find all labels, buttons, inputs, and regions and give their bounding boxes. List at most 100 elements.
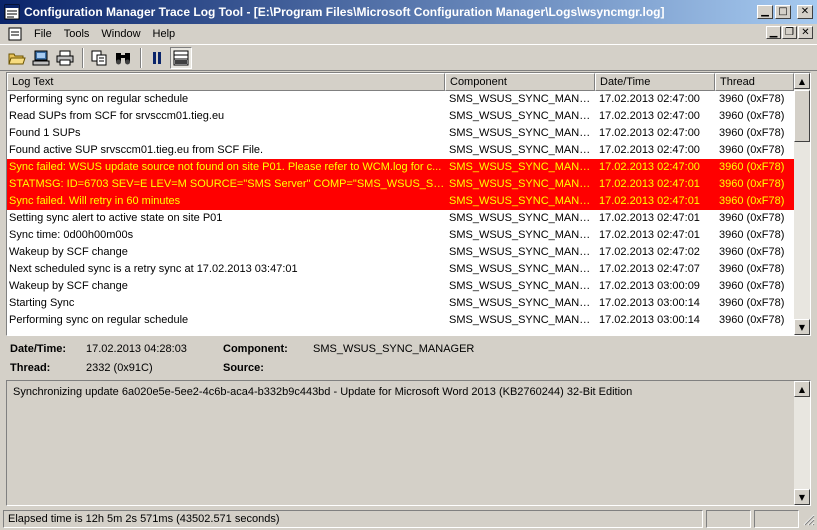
log-row[interactable]: Setting sync alert to active state on si… xyxy=(7,210,794,227)
log-row-error[interactable]: STATMSG: ID=6703 SEV=E LEV=M SOURCE="SMS… xyxy=(7,176,794,193)
component-cell: SMS_WSUS_SYNC_MANAGER xyxy=(449,195,595,207)
log-text-cell: Sync failed: WSUS update source not foun… xyxy=(9,161,442,173)
document-icon[interactable] xyxy=(8,27,22,41)
thread-cell: 3960 (0xF78) xyxy=(719,93,785,105)
component-cell: SMS_WSUS_SYNC_MANAGER xyxy=(449,263,595,275)
log-rows: Performing sync on regular schedule SMS_W… xyxy=(7,91,794,329)
component-cell: SMS_WSUS_SYNC_MANAGER xyxy=(449,280,595,292)
message-scrollbar[interactable]: ▲ ▼ xyxy=(794,381,810,505)
status-panel-3 xyxy=(754,510,799,528)
log-list[interactable]: Log Text Component Date/Time Thread Perf… xyxy=(6,72,811,336)
open-computer-icon xyxy=(32,50,50,65)
log-row[interactable]: Performing sync on regular schedule SMS_W… xyxy=(7,312,794,329)
menu-help[interactable]: Help xyxy=(147,28,182,40)
close-button[interactable]: ✕ xyxy=(797,5,813,19)
log-text-cell: Next scheduled sync is a retry sync at 1… xyxy=(9,263,298,275)
open-folder-icon xyxy=(8,53,26,64)
print-button[interactable] xyxy=(54,47,76,69)
datetime-label: Date/Time: xyxy=(10,343,67,355)
log-text-cell: Setting sync alert to active state on si… xyxy=(9,212,223,224)
log-row-error[interactable]: Sync failed: WSUS update source not foun… xyxy=(7,159,794,176)
component-cell: SMS_WSUS_SYNC_MANAGER xyxy=(449,93,595,105)
thread-cell: 3960 (0xF78) xyxy=(719,263,785,275)
status-text: Elapsed time is 12h 5m 2s 571ms (43502.5… xyxy=(3,510,703,528)
log-row[interactable]: Wakeup by SCF change SMS_WSUS_SYNC_MANAGE… xyxy=(7,244,794,261)
thread-cell: 3960 (0xF78) xyxy=(719,127,785,139)
log-row-error[interactable]: Sync failed. Will retry in 60 minutes SMS… xyxy=(7,193,794,210)
column-header-datetime[interactable]: Date/Time xyxy=(595,73,715,91)
open-button[interactable] xyxy=(6,47,28,69)
show-details-button[interactable] xyxy=(170,46,192,69)
thread-cell: 3960 (0xF78) xyxy=(719,161,785,173)
child-restore-button[interactable]: ❐ xyxy=(782,26,797,39)
component-cell: SMS_WSUS_SYNC_MANAGER xyxy=(449,314,595,326)
scroll-thumb[interactable] xyxy=(794,90,810,142)
arrow-down-icon: ▼ xyxy=(798,492,806,502)
copy-icon xyxy=(91,50,107,65)
thread-cell: 3960 (0xF78) xyxy=(719,314,785,326)
scroll-up-button[interactable]: ▲ xyxy=(794,381,810,397)
arrow-up-icon: ▲ xyxy=(798,384,806,394)
log-text-cell: STATMSG: ID=6703 SEV=E LEV=M SOURCE="SMS… xyxy=(9,178,445,190)
datetime-cell: 17.02.2013 03:00:14 xyxy=(599,314,700,326)
child-close-button[interactable]: ✕ xyxy=(798,26,813,39)
status-panel-2 xyxy=(706,510,751,528)
log-list-scrollbar[interactable]: ▲ ▼ xyxy=(794,73,810,335)
log-text-cell: Wakeup by SCF change xyxy=(9,280,128,292)
menu-tools[interactable]: Tools xyxy=(58,28,96,40)
child-minimize-button[interactable]: ▁ xyxy=(766,26,781,39)
scroll-up-button[interactable]: ▲ xyxy=(794,73,810,89)
log-row[interactable]: Wakeup by SCF change SMS_WSUS_SYNC_MANAGE… xyxy=(7,278,794,295)
copy-button[interactable] xyxy=(88,47,110,69)
column-header-log-text[interactable]: Log Text xyxy=(7,73,445,91)
log-row[interactable]: Found active SUP srvsccm01.tieg.eu from … xyxy=(7,142,794,159)
print-icon xyxy=(56,50,74,65)
log-text-cell: Performing sync on regular schedule xyxy=(9,314,189,326)
toolbar-separator xyxy=(140,47,142,68)
message-text: Synchronizing update 6a020e5e-5ee2-4c6b-… xyxy=(13,386,633,398)
menu-window[interactable]: Window xyxy=(95,28,146,40)
source-label: Source: xyxy=(223,362,264,374)
message-text-area[interactable]: Synchronizing update 6a020e5e-5ee2-4c6b-… xyxy=(6,380,811,506)
log-row[interactable]: Performing sync on regular schedule SMS_W… xyxy=(7,91,794,108)
app-icon xyxy=(4,4,20,20)
thread-cell: 3960 (0xF78) xyxy=(719,212,785,224)
toolbar xyxy=(0,44,817,71)
pause-button[interactable] xyxy=(146,47,168,69)
scroll-down-button[interactable]: ▼ xyxy=(794,319,810,335)
log-row[interactable]: Sync time: 0d00h00m00s SMS_WSUS_SYNC_MANA… xyxy=(7,227,794,244)
component-value: SMS_WSUS_SYNC_MANAGER xyxy=(313,343,475,355)
arrow-down-icon: ▼ xyxy=(798,322,806,332)
log-text-cell: Sync failed. Will retry in 60 minutes xyxy=(9,195,181,207)
menu-file[interactable]: File xyxy=(28,28,58,40)
log-text-cell: Found active SUP srvsccm01.tieg.eu from … xyxy=(9,144,264,156)
component-cell: SMS_WSUS_SYNC_MANAGER xyxy=(449,212,595,224)
datetime-cell: 17.02.2013 03:00:14 xyxy=(599,297,700,309)
thread-cell: 3960 (0xF78) xyxy=(719,246,785,258)
minimize-button[interactable]: ▁ xyxy=(757,5,773,19)
scroll-down-button[interactable]: ▼ xyxy=(794,489,810,505)
open-on-server-button[interactable] xyxy=(30,47,52,69)
maximize-button[interactable]: □ xyxy=(775,5,791,19)
datetime-cell: 17.02.2013 02:47:00 xyxy=(599,144,700,156)
log-row[interactable]: Found 1 SUPs SMS_WSUS_SYNC_MANAGER 17.02.2… xyxy=(7,125,794,142)
log-text-cell: Found 1 SUPs xyxy=(9,127,81,139)
pause-icon xyxy=(153,51,161,64)
datetime-cell: 17.02.2013 02:47:00 xyxy=(599,127,700,139)
log-row[interactable]: Starting Sync SMS_WSUS_SYNC_MANAGER 17.02.… xyxy=(7,295,794,312)
log-row[interactable]: Next scheduled sync is a retry sync at 1… xyxy=(7,261,794,278)
details-panel: Date/Time: 17.02.2013 04:28:03 Component… xyxy=(6,338,811,378)
title-bar: Configuration Manager Trace Log Tool - [… xyxy=(0,0,817,24)
datetime-cell: 17.02.2013 02:47:00 xyxy=(599,161,700,173)
thread-cell: 3960 (0xF78) xyxy=(719,297,785,309)
datetime-cell: 17.02.2013 02:47:01 xyxy=(599,178,700,190)
resize-grip-icon[interactable] xyxy=(801,512,815,526)
thread-cell: 3960 (0xF78) xyxy=(719,110,785,122)
column-header-thread[interactable]: Thread xyxy=(715,73,794,91)
find-button[interactable] xyxy=(112,47,134,69)
component-cell: SMS_WSUS_SYNC_MANAGER xyxy=(449,161,595,173)
datetime-cell: 17.02.2013 02:47:00 xyxy=(599,110,700,122)
column-header-component[interactable]: Component xyxy=(445,73,595,91)
log-list-header: Log Text Component Date/Time Thread xyxy=(7,73,794,91)
log-row[interactable]: Read SUPs from SCF for srvsccm01.tieg.eu… xyxy=(7,108,794,125)
